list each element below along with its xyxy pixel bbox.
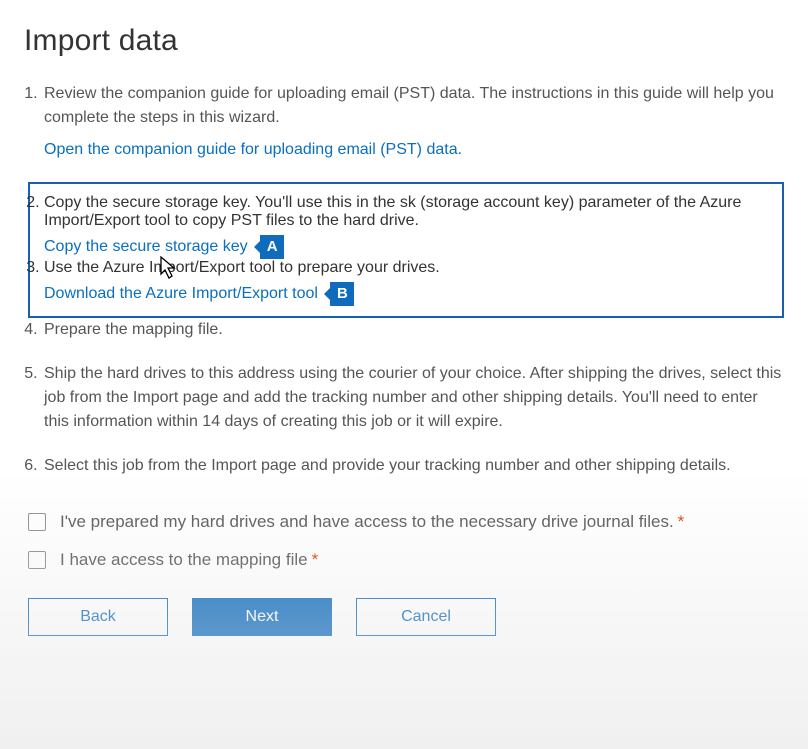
copy-storage-key-link[interactable]: Copy the secure storage key — [44, 238, 248, 256]
step-3-text: Use the Azure Import/Export tool to prep… — [44, 259, 440, 276]
next-button[interactable]: Next — [192, 598, 332, 636]
import-data-wizard: Import data Review the companion guide f… — [0, 0, 808, 656]
step-1: Review the companion guide for uploading… — [42, 82, 784, 162]
step-6-text: Select this job from the Import page and… — [44, 457, 731, 474]
cancel-button[interactable]: Cancel — [356, 598, 496, 636]
step-2: Copy the secure storage key. You'll use … — [44, 194, 782, 259]
required-asterisk: * — [312, 550, 319, 569]
checkbox-mapping[interactable] — [28, 551, 46, 569]
badge-b: B — [330, 282, 354, 306]
step-4: Prepare the mapping file. — [42, 318, 784, 342]
step-6: Select this job from the Import page and… — [42, 454, 784, 478]
steps-list: Review the companion guide for uploading… — [24, 82, 784, 478]
checkbox-drives-label[interactable]: I've prepared my hard drives and have ac… — [60, 512, 684, 532]
open-companion-guide-link[interactable]: Open the companion guide for uploading e… — [44, 138, 462, 162]
step-5-text: Ship the hard drives to this address usi… — [44, 365, 781, 430]
download-tool-link[interactable]: Download the Azure Import/Export tool — [44, 285, 318, 303]
step-4-text: Prepare the mapping file. — [44, 321, 223, 338]
button-row: Back Next Cancel — [28, 598, 784, 636]
page-title: Import data — [24, 24, 784, 58]
step-5: Ship the hard drives to this address usi… — [42, 362, 784, 434]
highlight-box: Copy the secure storage key. You'll use … — [28, 182, 784, 318]
step-1-text: Review the companion guide for uploading… — [44, 85, 774, 126]
checkbox-row-drives[interactable]: I've prepared my hard drives and have ac… — [28, 512, 784, 532]
checkbox-row-mapping[interactable]: I have access to the mapping file* — [28, 550, 784, 570]
checkbox-drives[interactable] — [28, 513, 46, 531]
checkbox-mapping-label[interactable]: I have access to the mapping file* — [60, 550, 318, 570]
step-3: Use the Azure Import/Export tool to prep… — [44, 259, 782, 306]
back-button[interactable]: Back — [28, 598, 168, 636]
checkbox-group: I've prepared my hard drives and have ac… — [28, 512, 784, 570]
required-asterisk: * — [678, 512, 685, 531]
badge-a: A — [260, 235, 284, 259]
step-2-text: Copy the secure storage key. You'll use … — [44, 194, 741, 229]
